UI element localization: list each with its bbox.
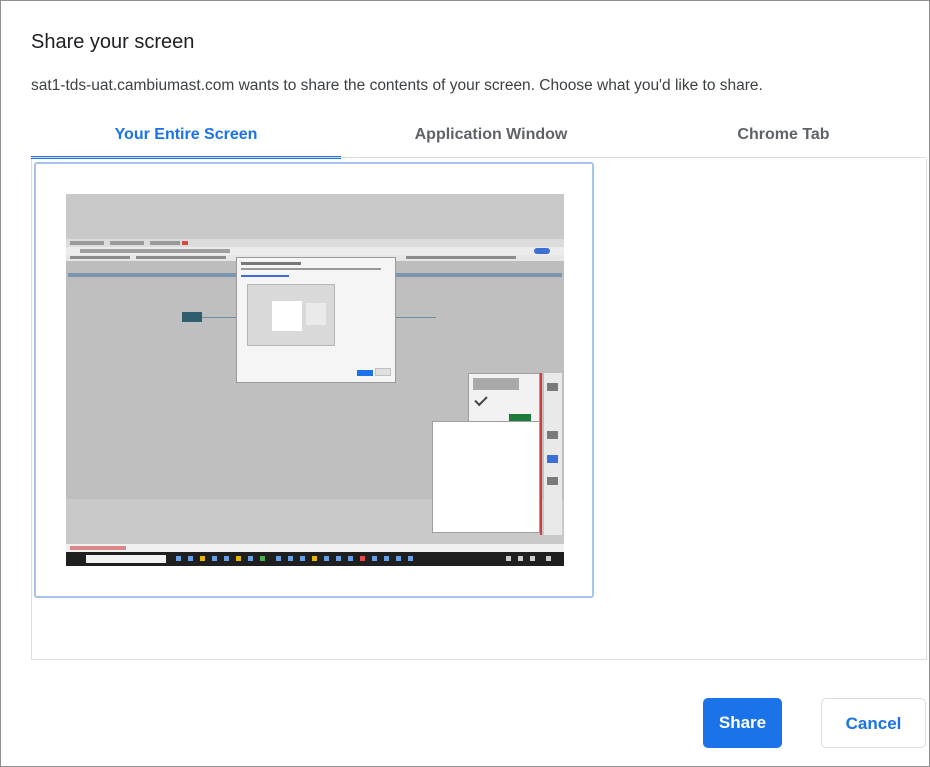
dialog-subtitle: sat1-tds-uat.cambiumast.com wants to sha… xyxy=(31,77,763,94)
share-screen-dialog: Share your screen sat1-tds-uat.cambiumas… xyxy=(0,0,930,767)
dialog-title: Share your screen xyxy=(31,31,195,53)
screen-thumbnail xyxy=(66,194,564,566)
tab-your-entire-screen[interactable]: Your Entire Screen xyxy=(31,113,341,159)
tab-divider xyxy=(31,157,926,158)
source-list xyxy=(31,159,927,660)
tab-chrome-tab[interactable]: Chrome Tab xyxy=(641,113,926,157)
entire-screen-source-tile[interactable] xyxy=(34,162,594,598)
thumbnail-browser-window xyxy=(66,239,564,566)
tab-application-window[interactable]: Application Window xyxy=(341,113,641,157)
cancel-button[interactable]: Cancel xyxy=(821,698,926,748)
share-button[interactable]: Share xyxy=(703,698,782,748)
source-tabs: Your Entire Screen Application Window Ch… xyxy=(31,113,926,159)
